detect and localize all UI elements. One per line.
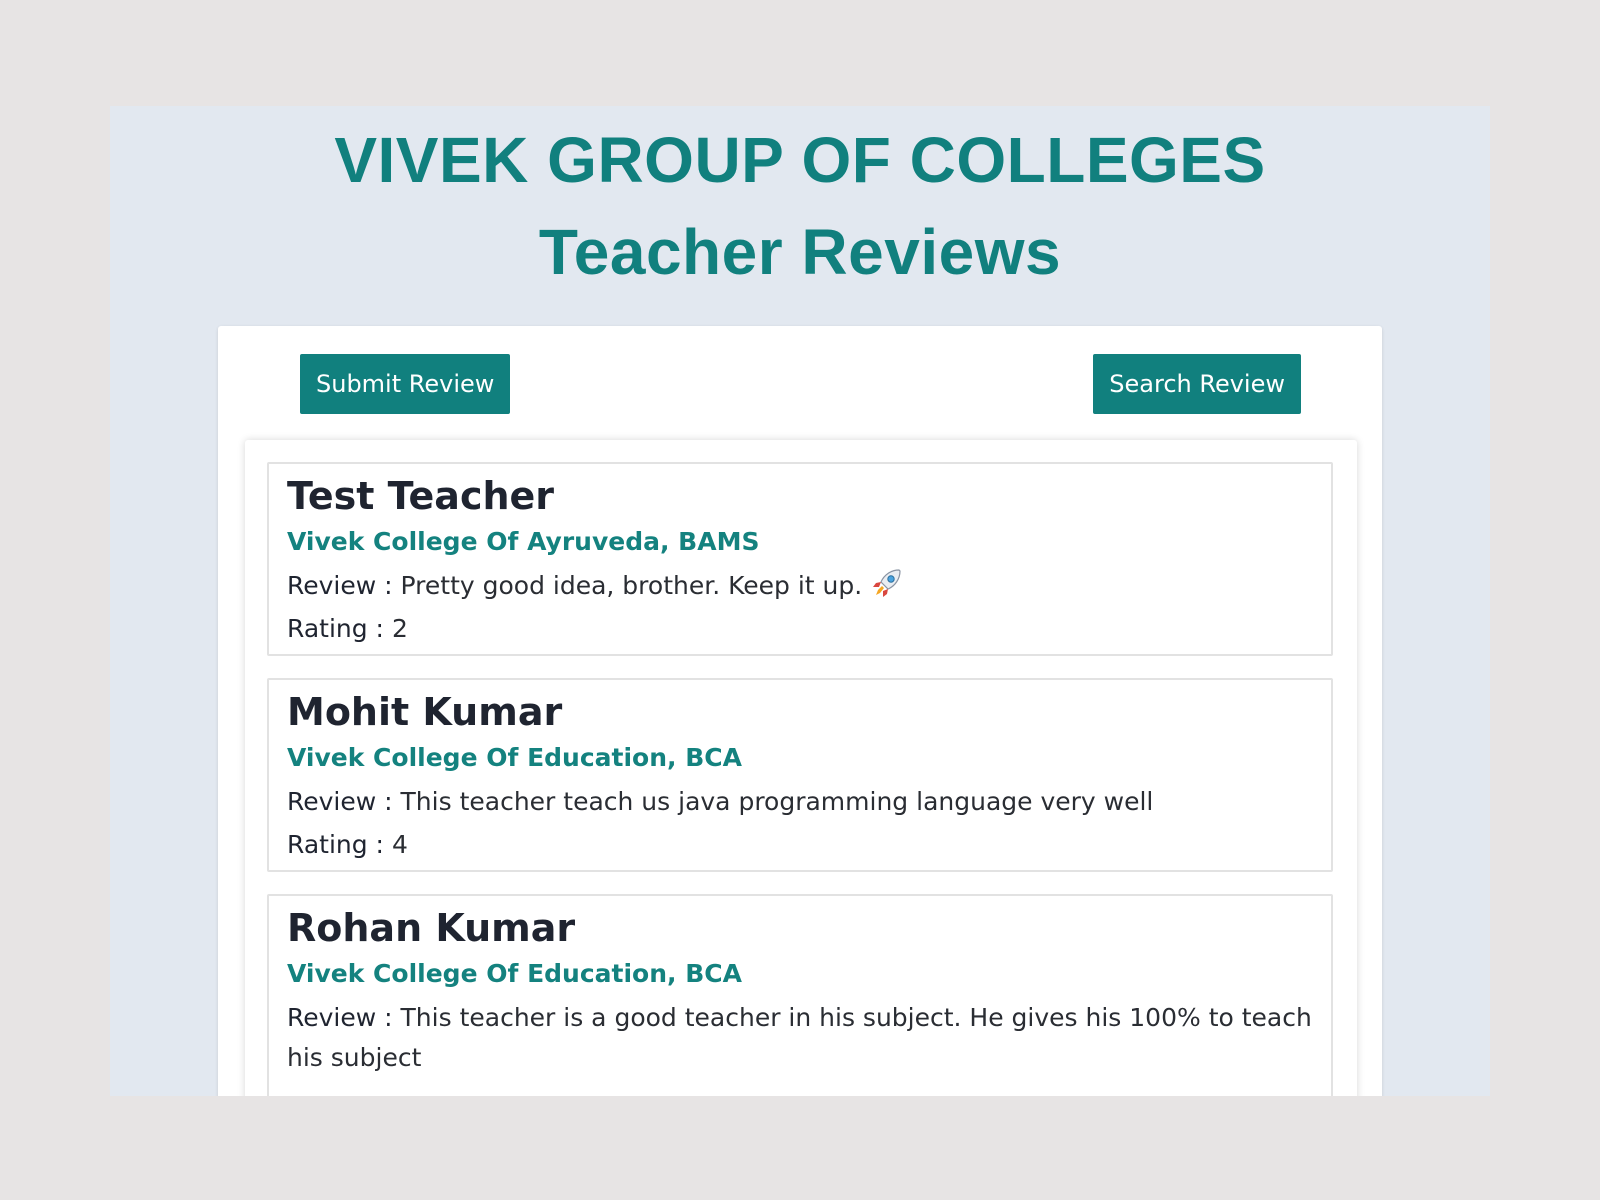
review-label: Review : — [287, 787, 393, 816]
teacher-name: Rohan Kumar — [287, 906, 576, 950]
submit-review-button[interactable]: Submit Review — [300, 354, 511, 414]
rating-value: 2 — [391, 614, 408, 643]
reviews-panel: Submit Review Search Review Test Teacher… — [218, 326, 1382, 1096]
rating-line: Rating : 4 — [287, 825, 1313, 865]
review-text: Pretty good idea, brother. Keep it up. — [400, 571, 863, 600]
page-title: VIVEK GROUP OF COLLEGES — [334, 124, 1266, 196]
college-name: Vivek College Of Education, BCA — [287, 743, 742, 772]
search-review-button[interactable]: Search Review — [1093, 354, 1301, 414]
college-name: Vivek College Of Education, BCA — [287, 959, 742, 988]
review-line: Review : This teacher teach us java prog… — [287, 782, 1313, 822]
rating-label: Rating : — [287, 830, 384, 859]
college-name: Vivek College Of Ayruveda, BAMS — [287, 527, 760, 556]
review-card: Test Teacher Vivek College Of Ayruveda, … — [267, 462, 1333, 656]
rating-label: Rating : — [287, 614, 384, 643]
review-line: Review : Pretty good idea, brother. Keep… — [287, 566, 1313, 606]
review-label: Review : — [287, 571, 393, 600]
app-screen: VIVEK GROUP OF COLLEGES Teacher Reviews … — [110, 106, 1490, 1096]
page-subtitle: Teacher Reviews — [538, 216, 1062, 288]
review-label: Review : — [287, 1003, 393, 1032]
teacher-name: Test Teacher — [287, 474, 555, 518]
teacher-name: Mohit Kumar — [287, 690, 563, 734]
review-card: Rohan Kumar Vivek College Of Education, … — [267, 894, 1333, 1096]
rating-line: Rating : 2 — [287, 609, 1313, 649]
review-text: This teacher is a good teacher in his su… — [287, 1003, 1312, 1072]
review-line: Review : This teacher is a good teacher … — [287, 998, 1313, 1078]
rating-value: 4 — [391, 830, 408, 859]
review-list[interactable]: Test Teacher Vivek College Of Ayruveda, … — [245, 440, 1357, 1096]
review-text: This teacher teach us java programming l… — [400, 787, 1154, 816]
review-card: Mohit Kumar Vivek College Of Education, … — [267, 678, 1333, 872]
rocket-icon — [870, 566, 904, 600]
